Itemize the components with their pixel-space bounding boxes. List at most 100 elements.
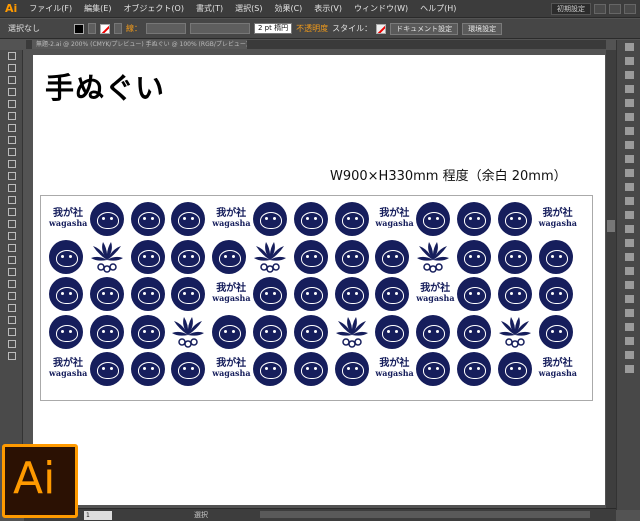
panel-icon[interactable] <box>617 222 640 236</box>
document-settings-button[interactable]: ドキュメント設定 <box>390 22 459 35</box>
panel-icon[interactable] <box>617 264 640 278</box>
artboard[interactable]: 手ぬぐい W900×H330mm 程度（余白 20mm） 我が社 wagasha 我… <box>33 55 605 505</box>
stroke-swatch-dropdown[interactable] <box>114 23 122 34</box>
shape-builder-icon[interactable] <box>0 218 23 230</box>
panel-icon[interactable] <box>617 82 640 96</box>
panel-icon[interactable] <box>617 54 640 68</box>
panel-icon[interactable] <box>617 96 640 110</box>
perspective-icon[interactable] <box>0 230 23 242</box>
panel-icon[interactable] <box>617 236 640 250</box>
close-button[interactable] <box>624 3 636 14</box>
opacity-label[interactable]: 不透明度 <box>296 23 328 34</box>
vertical-scroll-thumb[interactable] <box>607 220 615 232</box>
artboard-number[interactable]: 1 <box>84 510 112 520</box>
panel-icon[interactable] <box>617 320 640 334</box>
face-icon <box>457 314 491 349</box>
brand-text: 我が社 wagasha <box>212 283 250 303</box>
arrow-icon[interactable] <box>0 50 23 62</box>
zoom-icon[interactable] <box>0 350 23 362</box>
panel-icon[interactable] <box>617 152 640 166</box>
face-icon <box>130 314 165 349</box>
face-icon <box>171 239 206 274</box>
pencil-icon[interactable] <box>0 158 23 170</box>
menu-edit[interactable]: 編集(E) <box>78 3 117 14</box>
document-tab[interactable]: 無題-2.ai @ 200% (CMYK/プレビュー) 手ぬぐい @ 100% … <box>32 40 247 49</box>
gradient-icon[interactable] <box>0 254 23 266</box>
panel-icon[interactable] <box>617 278 640 292</box>
magic-wand-icon[interactable] <box>0 74 23 86</box>
horizontal-scrollbar[interactable] <box>260 511 590 518</box>
brush-icon[interactable] <box>0 146 23 158</box>
face-icon <box>457 352 491 386</box>
pen-icon[interactable] <box>0 98 23 110</box>
rectangle-icon[interactable] <box>0 134 23 146</box>
blend-icon[interactable] <box>0 278 23 290</box>
style-swatch[interactable] <box>376 23 387 34</box>
panel-icon[interactable] <box>617 334 640 348</box>
face-motif <box>416 314 451 349</box>
panel-icon[interactable] <box>617 180 640 194</box>
brush-definition-field[interactable]: 2 pt 楕円 <box>254 23 293 34</box>
minimize-button[interactable] <box>594 3 606 14</box>
rotate-icon[interactable] <box>0 182 23 194</box>
menu-file[interactable]: ファイル(F) <box>23 3 78 14</box>
stroke-label[interactable]: 線： <box>126 23 142 34</box>
brand-mark: 我が社 wagasha <box>539 202 577 236</box>
workspace-switcher[interactable]: 初期設定 <box>551 2 591 15</box>
panel-icon[interactable] <box>617 124 640 138</box>
artboard-icon[interactable] <box>0 314 23 326</box>
menu-object[interactable]: オブジェクト(O) <box>117 3 190 14</box>
menu-type[interactable]: 書式(T) <box>190 3 229 14</box>
panel-icon[interactable] <box>617 348 640 362</box>
menu-select[interactable]: 選択(S) <box>229 3 268 14</box>
warp-icon[interactable] <box>0 206 23 218</box>
menu-view[interactable]: 表示(V) <box>308 3 348 14</box>
panel-icon[interactable] <box>617 166 640 180</box>
panel-icon[interactable] <box>617 138 640 152</box>
eyedropper-icon[interactable] <box>0 266 23 278</box>
face-motif <box>457 352 491 386</box>
panel-icon[interactable] <box>617 306 640 320</box>
variable-width-dropdown[interactable] <box>190 23 250 34</box>
tenugui-design[interactable]: 我が社 wagasha 我が社 wagasha 我が社 wagasha 我が社 wagasha… <box>40 195 593 401</box>
panel-icon[interactable] <box>617 208 640 222</box>
menu-window[interactable]: ウィンドウ(W) <box>348 3 414 14</box>
panel-icon[interactable] <box>617 110 640 124</box>
mesh-icon[interactable] <box>0 242 23 254</box>
brand-mark: 我が社 wagasha <box>212 352 250 386</box>
canvas-area[interactable]: 手ぬぐい W900×H330mm 程度（余白 20mm） 我が社 wagasha 我… <box>24 50 606 508</box>
panel-icon[interactable] <box>617 194 640 208</box>
brand-text: 我が社 wagasha <box>375 358 413 378</box>
face-motif <box>334 277 369 311</box>
vertical-scrollbar[interactable] <box>606 50 616 508</box>
panel-icon[interactable] <box>617 250 640 264</box>
fill-dropdown[interactable] <box>88 23 96 34</box>
stroke-swatch[interactable] <box>100 23 110 34</box>
eraser-icon[interactable] <box>0 170 23 182</box>
type-icon[interactable] <box>0 110 23 122</box>
stroke-weight-dropdown[interactable] <box>146 23 186 34</box>
panel-icon[interactable] <box>617 40 640 54</box>
panel-icon[interactable] <box>617 68 640 82</box>
symbol-sprayer-icon[interactable] <box>0 290 23 302</box>
face-motif <box>457 314 491 349</box>
maximize-button[interactable] <box>609 3 621 14</box>
document-tab-bar: 無題-2.ai @ 200% (CMYK/プレビュー) 手ぬぐい @ 100% … <box>26 40 606 49</box>
lasso-icon[interactable] <box>0 86 23 98</box>
brand-text: 我が社 wagasha <box>49 208 87 228</box>
preferences-button[interactable]: 環境設定 <box>462 22 503 35</box>
face-icon <box>130 239 165 274</box>
slice-icon[interactable] <box>0 326 23 338</box>
fill-swatch[interactable] <box>74 23 84 34</box>
menu-effect[interactable]: 効果(C) <box>268 3 308 14</box>
face-motif <box>497 239 532 274</box>
face-motif <box>497 352 532 386</box>
panel-icon[interactable] <box>617 292 640 306</box>
graph-icon[interactable] <box>0 302 23 314</box>
menu-help[interactable]: ヘルプ(H) <box>414 3 462 14</box>
hand-icon[interactable] <box>0 338 23 350</box>
line-icon[interactable] <box>0 122 23 134</box>
direct-select-icon[interactable] <box>0 62 23 74</box>
panel-icon[interactable] <box>617 362 640 376</box>
scale-icon[interactable] <box>0 194 23 206</box>
